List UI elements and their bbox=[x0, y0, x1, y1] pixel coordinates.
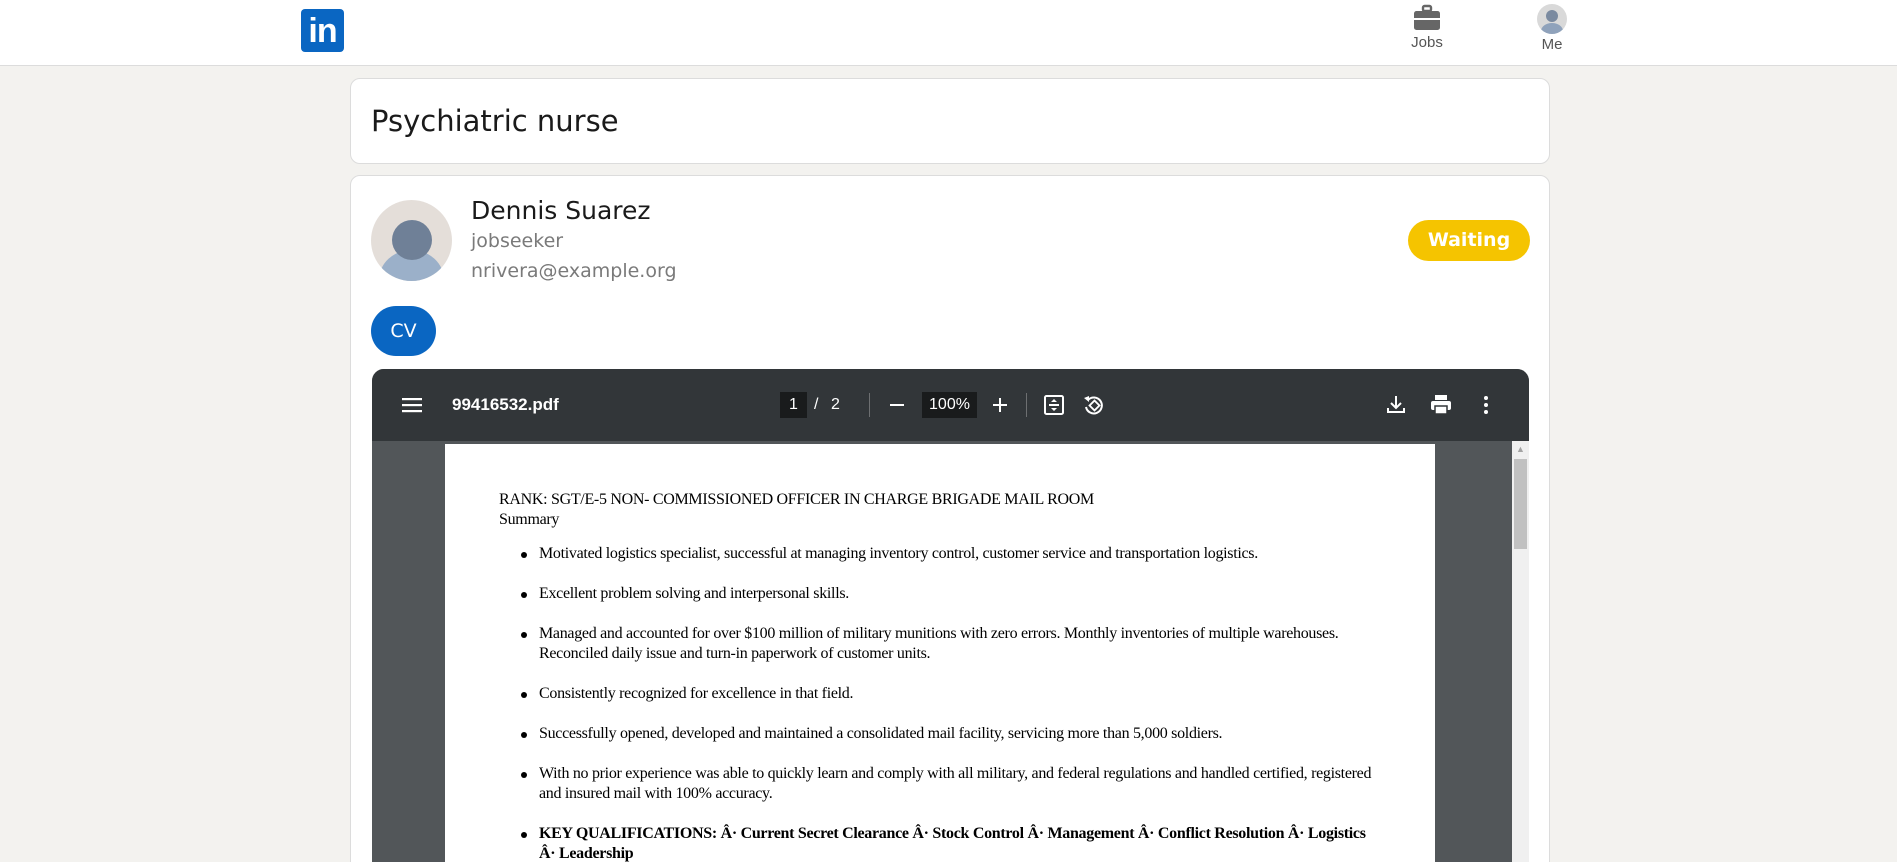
candidate-role: jobseeker bbox=[471, 230, 564, 252]
doc-bullet: Motivated logistics specialist, successf… bbox=[499, 544, 1379, 564]
profile-avatar-icon bbox=[1537, 4, 1567, 34]
menu-icon[interactable] bbox=[398, 391, 426, 419]
nav-me[interactable]: Me bbox=[1522, 4, 1582, 60]
nav-me-label: Me bbox=[1541, 36, 1563, 53]
page-total: 2 bbox=[831, 396, 840, 413]
rotate-icon[interactable] bbox=[1080, 391, 1108, 419]
toolbar-divider bbox=[1026, 393, 1027, 417]
zoom-level-input[interactable]: 100% bbox=[922, 392, 977, 418]
doc-summary-heading: Summary bbox=[499, 511, 560, 528]
candidate-avatar bbox=[371, 200, 452, 281]
nav-jobs-label: Jobs bbox=[1411, 34, 1443, 51]
status-badge: Waiting bbox=[1408, 220, 1530, 261]
avatar-head-shape bbox=[392, 220, 432, 260]
scroll-up-arrow-icon[interactable]: ▲ bbox=[1512, 441, 1529, 458]
pdf-toolbar: 99416532.pdf 1 / 2 100% bbox=[372, 369, 1529, 441]
doc-bullet: KEY QUALIFICATIONS: Â· Current Secret Cl… bbox=[499, 824, 1379, 862]
print-icon[interactable] bbox=[1427, 391, 1455, 419]
top-nav: in Jobs Me bbox=[0, 0, 1897, 66]
candidate-name: Dennis Suarez bbox=[471, 196, 651, 225]
doc-bullet: Successfully opened, developed and maint… bbox=[499, 724, 1379, 744]
pdf-viewer: 99416532.pdf 1 / 2 100% RANK: SGT/E-5 NO… bbox=[372, 369, 1529, 862]
briefcase-icon bbox=[1414, 4, 1440, 30]
doc-bullet: Consistently recognized for excellence i… bbox=[499, 684, 1379, 704]
more-options-icon[interactable] bbox=[1472, 391, 1500, 419]
zoom-out-icon[interactable] bbox=[883, 391, 911, 419]
pdf-filename: 99416532.pdf bbox=[452, 395, 559, 414]
toolbar-divider bbox=[869, 393, 870, 417]
job-title-card: Psychiatric nurse bbox=[350, 78, 1550, 164]
doc-rank-line: RANK: SGT/E-5 NON- COMMISSIONED OFFICER … bbox=[499, 491, 1094, 508]
doc-bullet: Excellent problem solving and interperso… bbox=[499, 584, 1379, 604]
page-separator: / bbox=[814, 396, 819, 413]
cv-button[interactable]: CV bbox=[371, 306, 436, 356]
pdf-page: RANK: SGT/E-5 NON- COMMISSIONED OFFICER … bbox=[445, 444, 1435, 862]
linkedin-logo[interactable]: in bbox=[301, 9, 344, 52]
page-title: Psychiatric nurse bbox=[371, 104, 619, 138]
scroll-thumb[interactable] bbox=[1514, 459, 1527, 549]
fit-page-icon[interactable] bbox=[1040, 391, 1068, 419]
doc-bullet: With no prior experience was able to qui… bbox=[499, 764, 1379, 804]
candidate-card: Dennis Suarez jobseeker nrivera@example.… bbox=[350, 175, 1550, 862]
download-icon[interactable] bbox=[1382, 391, 1410, 419]
zoom-in-icon[interactable] bbox=[986, 391, 1014, 419]
page-number-input[interactable]: 1 bbox=[780, 392, 807, 418]
doc-bullet: Managed and accounted for over $100 mill… bbox=[499, 624, 1379, 664]
doc-bullet-list: Motivated logistics specialist, successf… bbox=[499, 544, 1379, 862]
candidate-email: nrivera@example.org bbox=[471, 260, 677, 282]
nav-jobs[interactable]: Jobs bbox=[1397, 4, 1457, 60]
pdf-scrollbar[interactable]: ▲ bbox=[1512, 441, 1529, 862]
